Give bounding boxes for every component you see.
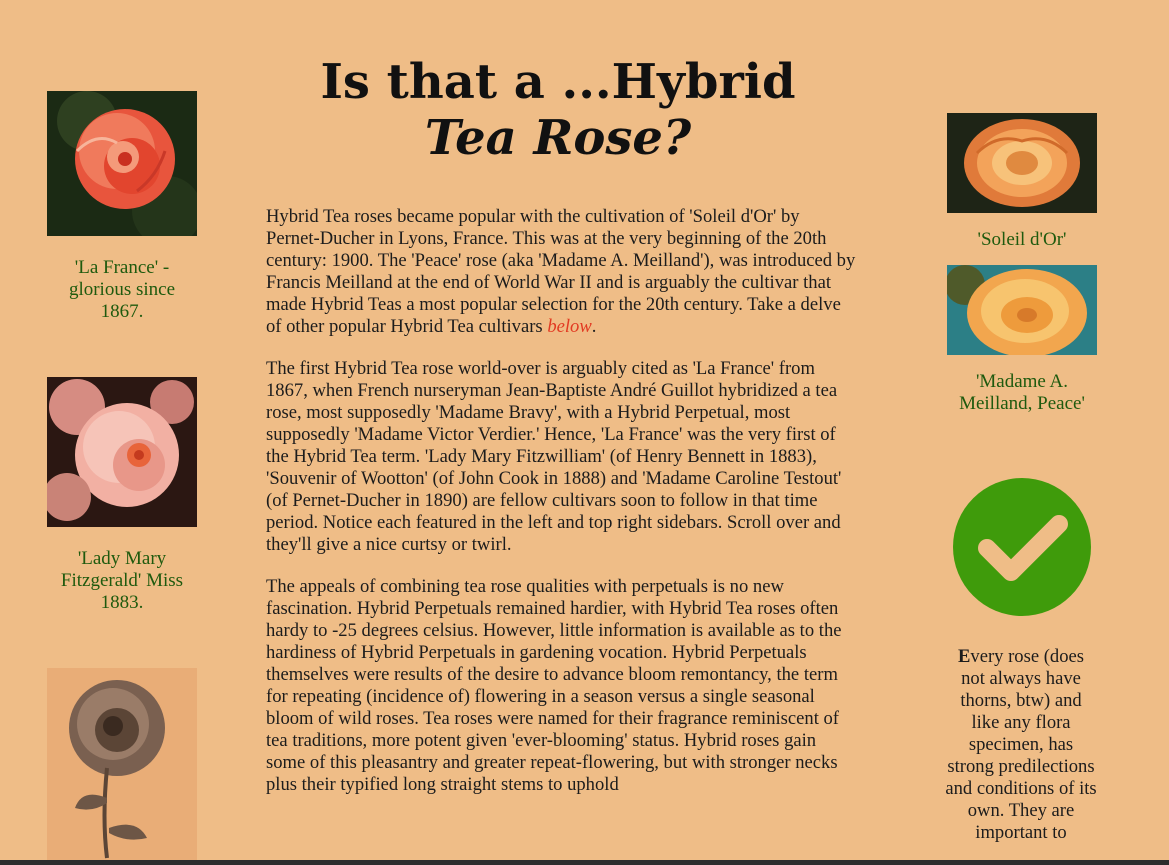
lady-mary-rose-image[interactable] — [47, 377, 197, 527]
paragraph-2: The first Hybrid Tea rose world-over is … — [266, 358, 842, 555]
soleil-dor-rose-image[interactable] — [947, 113, 1097, 213]
drop-initial: E — [958, 646, 971, 667]
paragraph-1: Hybrid Tea roses became popular with the… — [266, 206, 856, 338]
madame-meilland-rose-image[interactable] — [947, 265, 1097, 355]
below-link[interactable]: below — [547, 316, 591, 337]
right-sidebar-text: Every rose (does not always have thorns,… — [945, 646, 1097, 844]
soleil-dor-caption: 'Soleil d'Or' — [977, 229, 1067, 250]
check-circle-icon — [953, 478, 1091, 616]
la-france-rose-image[interactable] — [47, 91, 197, 236]
title-line-2: Tea Rose? — [424, 110, 692, 166]
bottom-bar — [0, 860, 1169, 865]
main-article: Hybrid Tea roses became popular with the… — [266, 206, 856, 816]
lady-mary-caption: 'Lady Mary Fitzgerald' Miss 1883. — [60, 548, 184, 613]
paragraph-1-end: . — [591, 316, 597, 337]
right-sidebar-text-body: very rose (does not always have thorns, … — [945, 646, 1097, 843]
page: 'La France' - glorious since 1867. 'Lady… — [0, 0, 1169, 865]
paragraph-3: The appeals of combining tea rose qualit… — [266, 576, 842, 795]
souvenir-de-wootton-rose-image[interactable] — [47, 668, 197, 865]
la-france-caption: 'La France' - glorious since 1867. — [68, 257, 176, 322]
madame-meilland-caption: 'Madame A. Meilland, Peace' — [959, 371, 1085, 414]
title-line-1: Is that a ...Hybrid — [320, 54, 796, 110]
page-title: Is that a ...Hybrid Tea Rose? — [300, 54, 816, 166]
